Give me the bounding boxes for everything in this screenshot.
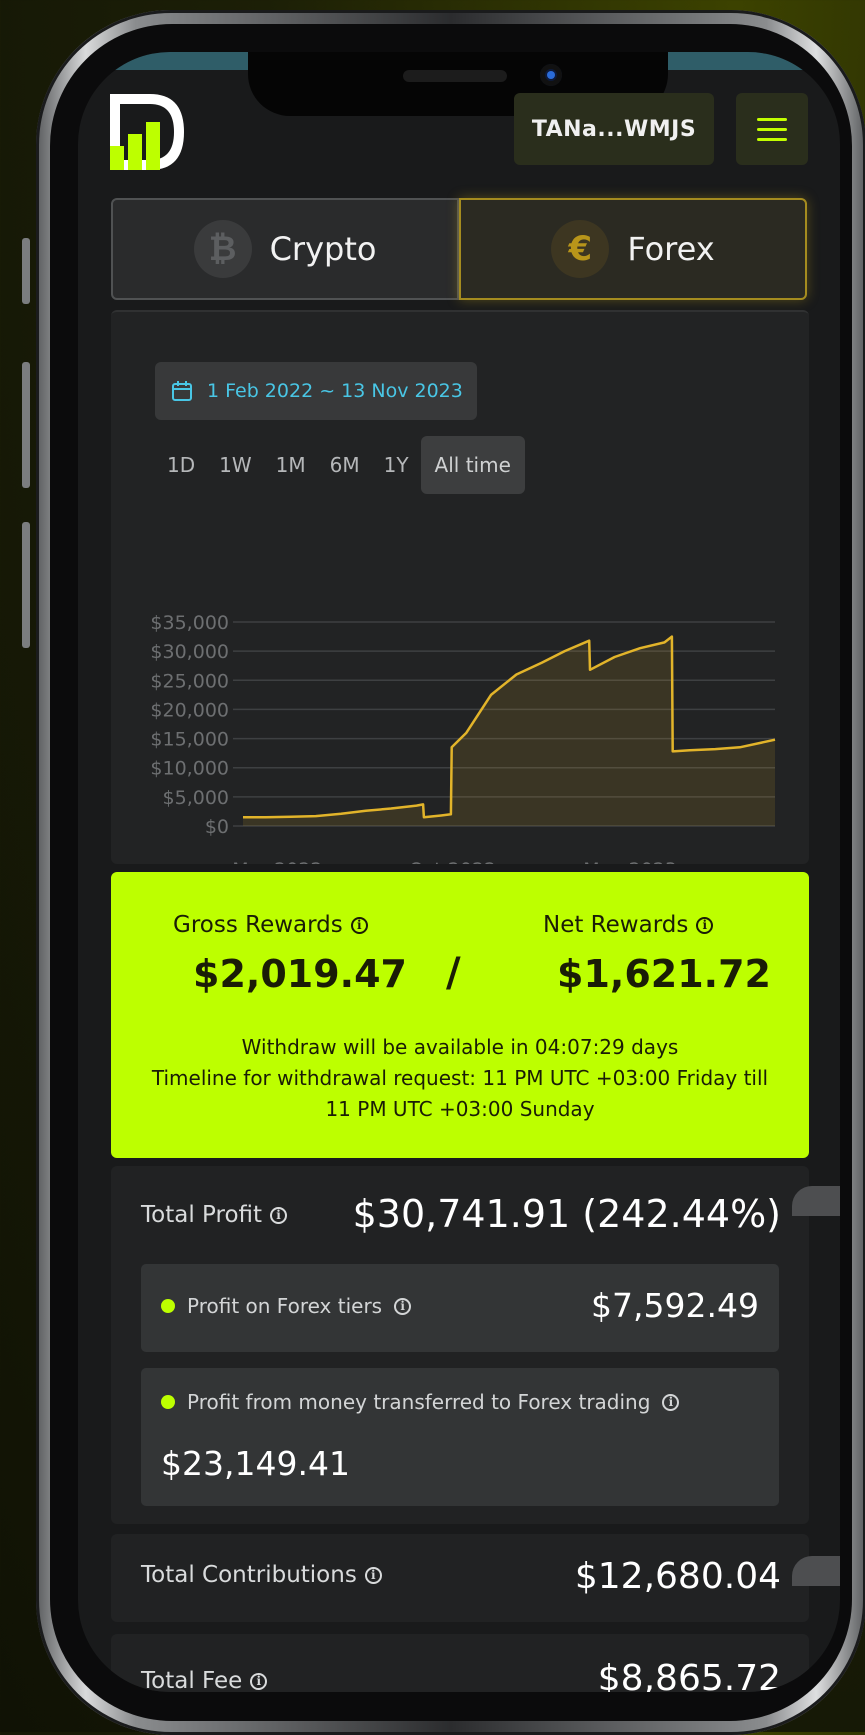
y-tick-label: $35,000 xyxy=(150,612,229,634)
app-screen: TANa...WMJS ₿ Crypto € Forex 1 Feb 2022 … xyxy=(78,52,840,1692)
withdraw-note: Withdraw will be available in 04:07:29 d… xyxy=(111,1032,809,1125)
y-tick-label: $15,000 xyxy=(150,729,229,751)
total-contributions-card: Total Contributions i $12,680.04 xyxy=(111,1534,809,1622)
gross-rewards-label: Gross Rewards i xyxy=(173,912,368,938)
profit-chart: $0 $5,000 $10,000 $15,000 $20,000 $25,000 $30,… xyxy=(150,612,776,864)
total-fee-value: $8,865.72 xyxy=(597,1658,781,1692)
total-profit-value: $30,741.91 (242.44%) xyxy=(352,1192,781,1236)
phone-mute-switch xyxy=(22,238,30,304)
info-icon[interactable]: i xyxy=(394,1297,412,1315)
total-fee-card: Total Fee i $8,865.72 xyxy=(111,1634,809,1692)
market-tabs: ₿ Crypto € Forex xyxy=(111,198,809,300)
front-camera xyxy=(540,64,562,86)
tab-forex-label: Forex xyxy=(627,230,715,268)
total-profit-label: Total Profit i xyxy=(141,1202,288,1228)
x-tick-label: Mar 2022 xyxy=(232,859,322,864)
y-tick-label: $0 xyxy=(205,816,229,838)
total-contributions-value: $12,680.04 xyxy=(574,1556,781,1597)
info-icon[interactable]: i xyxy=(662,1393,680,1411)
withdraw-countdown: Withdraw will be available in 04:07:29 d… xyxy=(241,1035,679,1059)
tab-forex[interactable]: € Forex xyxy=(459,198,807,300)
side-drawer-handle[interactable] xyxy=(792,1186,840,1216)
hamburger-menu-icon[interactable] xyxy=(736,93,808,165)
y-tick-label: $10,000 xyxy=(150,758,229,780)
x-tick-label: Oct 2022 xyxy=(409,859,496,864)
menu-line xyxy=(757,117,787,121)
rewards-separator: / xyxy=(446,950,461,996)
forex-tiers-profit-box: Profit on Forex tiers i $7,592.49 xyxy=(141,1264,779,1352)
transfer-profit-value: $23,149.41 xyxy=(161,1444,350,1483)
phone-volume-up-button xyxy=(22,362,30,488)
info-icon[interactable]: i xyxy=(250,1672,268,1690)
info-icon[interactable]: i xyxy=(364,1566,382,1584)
forex-tiers-profit-value: $7,592.49 xyxy=(591,1286,759,1325)
y-tick-label: $20,000 xyxy=(150,699,229,721)
total-profit-card: Total Profit i $30,741.91 (242.44%) Prof… xyxy=(111,1166,809,1524)
rewards-panel: Gross Rewards i Net Rewards i $2,019.47 … xyxy=(111,872,809,1158)
y-tick-label: $25,000 xyxy=(150,670,229,692)
wallet-address-button[interactable]: TANa...WMJS xyxy=(514,93,714,165)
side-drawer-handle[interactable] xyxy=(792,1556,840,1586)
chart-card: 1 Feb 2022 ~ 13 Nov 2023 1D 1W 1M 6M 1Y … xyxy=(111,310,809,864)
tab-crypto[interactable]: ₿ Crypto xyxy=(111,198,459,300)
bitcoin-icon: ₿ xyxy=(193,220,252,278)
info-icon[interactable]: i xyxy=(270,1206,288,1224)
app-logo-icon[interactable] xyxy=(110,94,184,170)
bullet-dot-icon xyxy=(161,1395,175,1409)
menu-line xyxy=(757,127,787,131)
withdraw-timeline-line2: 11 PM UTC +03:00 Sunday xyxy=(325,1097,595,1121)
bullet-dot-icon xyxy=(161,1299,175,1313)
speaker-grille xyxy=(403,70,507,82)
info-icon[interactable]: i xyxy=(350,916,368,934)
net-rewards-label: Net Rewards i xyxy=(543,912,714,938)
forex-tiers-profit-label: Profit on Forex tiers i xyxy=(161,1294,412,1318)
gross-rewards-value: $2,019.47 xyxy=(193,952,407,996)
total-contributions-label: Total Contributions i xyxy=(141,1562,382,1588)
transfer-profit-label: Profit from money transferred to Forex t… xyxy=(161,1390,680,1414)
withdraw-timeline-line1: Timeline for withdrawal request: 11 PM U… xyxy=(151,1066,769,1090)
info-icon[interactable]: i xyxy=(696,916,714,934)
transfer-profit-box: Profit from money transferred to Forex t… xyxy=(141,1368,779,1506)
menu-line xyxy=(757,137,787,141)
total-fee-label: Total Fee i xyxy=(141,1668,268,1692)
y-tick-label: $5,000 xyxy=(163,787,229,809)
tab-crypto-label: Crypto xyxy=(269,230,377,268)
y-tick-label: $30,000 xyxy=(150,641,229,663)
euro-icon: € xyxy=(551,220,610,278)
x-tick-label: May 2023 xyxy=(583,859,677,864)
net-rewards-value: $1,621.72 xyxy=(557,952,771,996)
phone-volume-down-button xyxy=(22,522,30,648)
